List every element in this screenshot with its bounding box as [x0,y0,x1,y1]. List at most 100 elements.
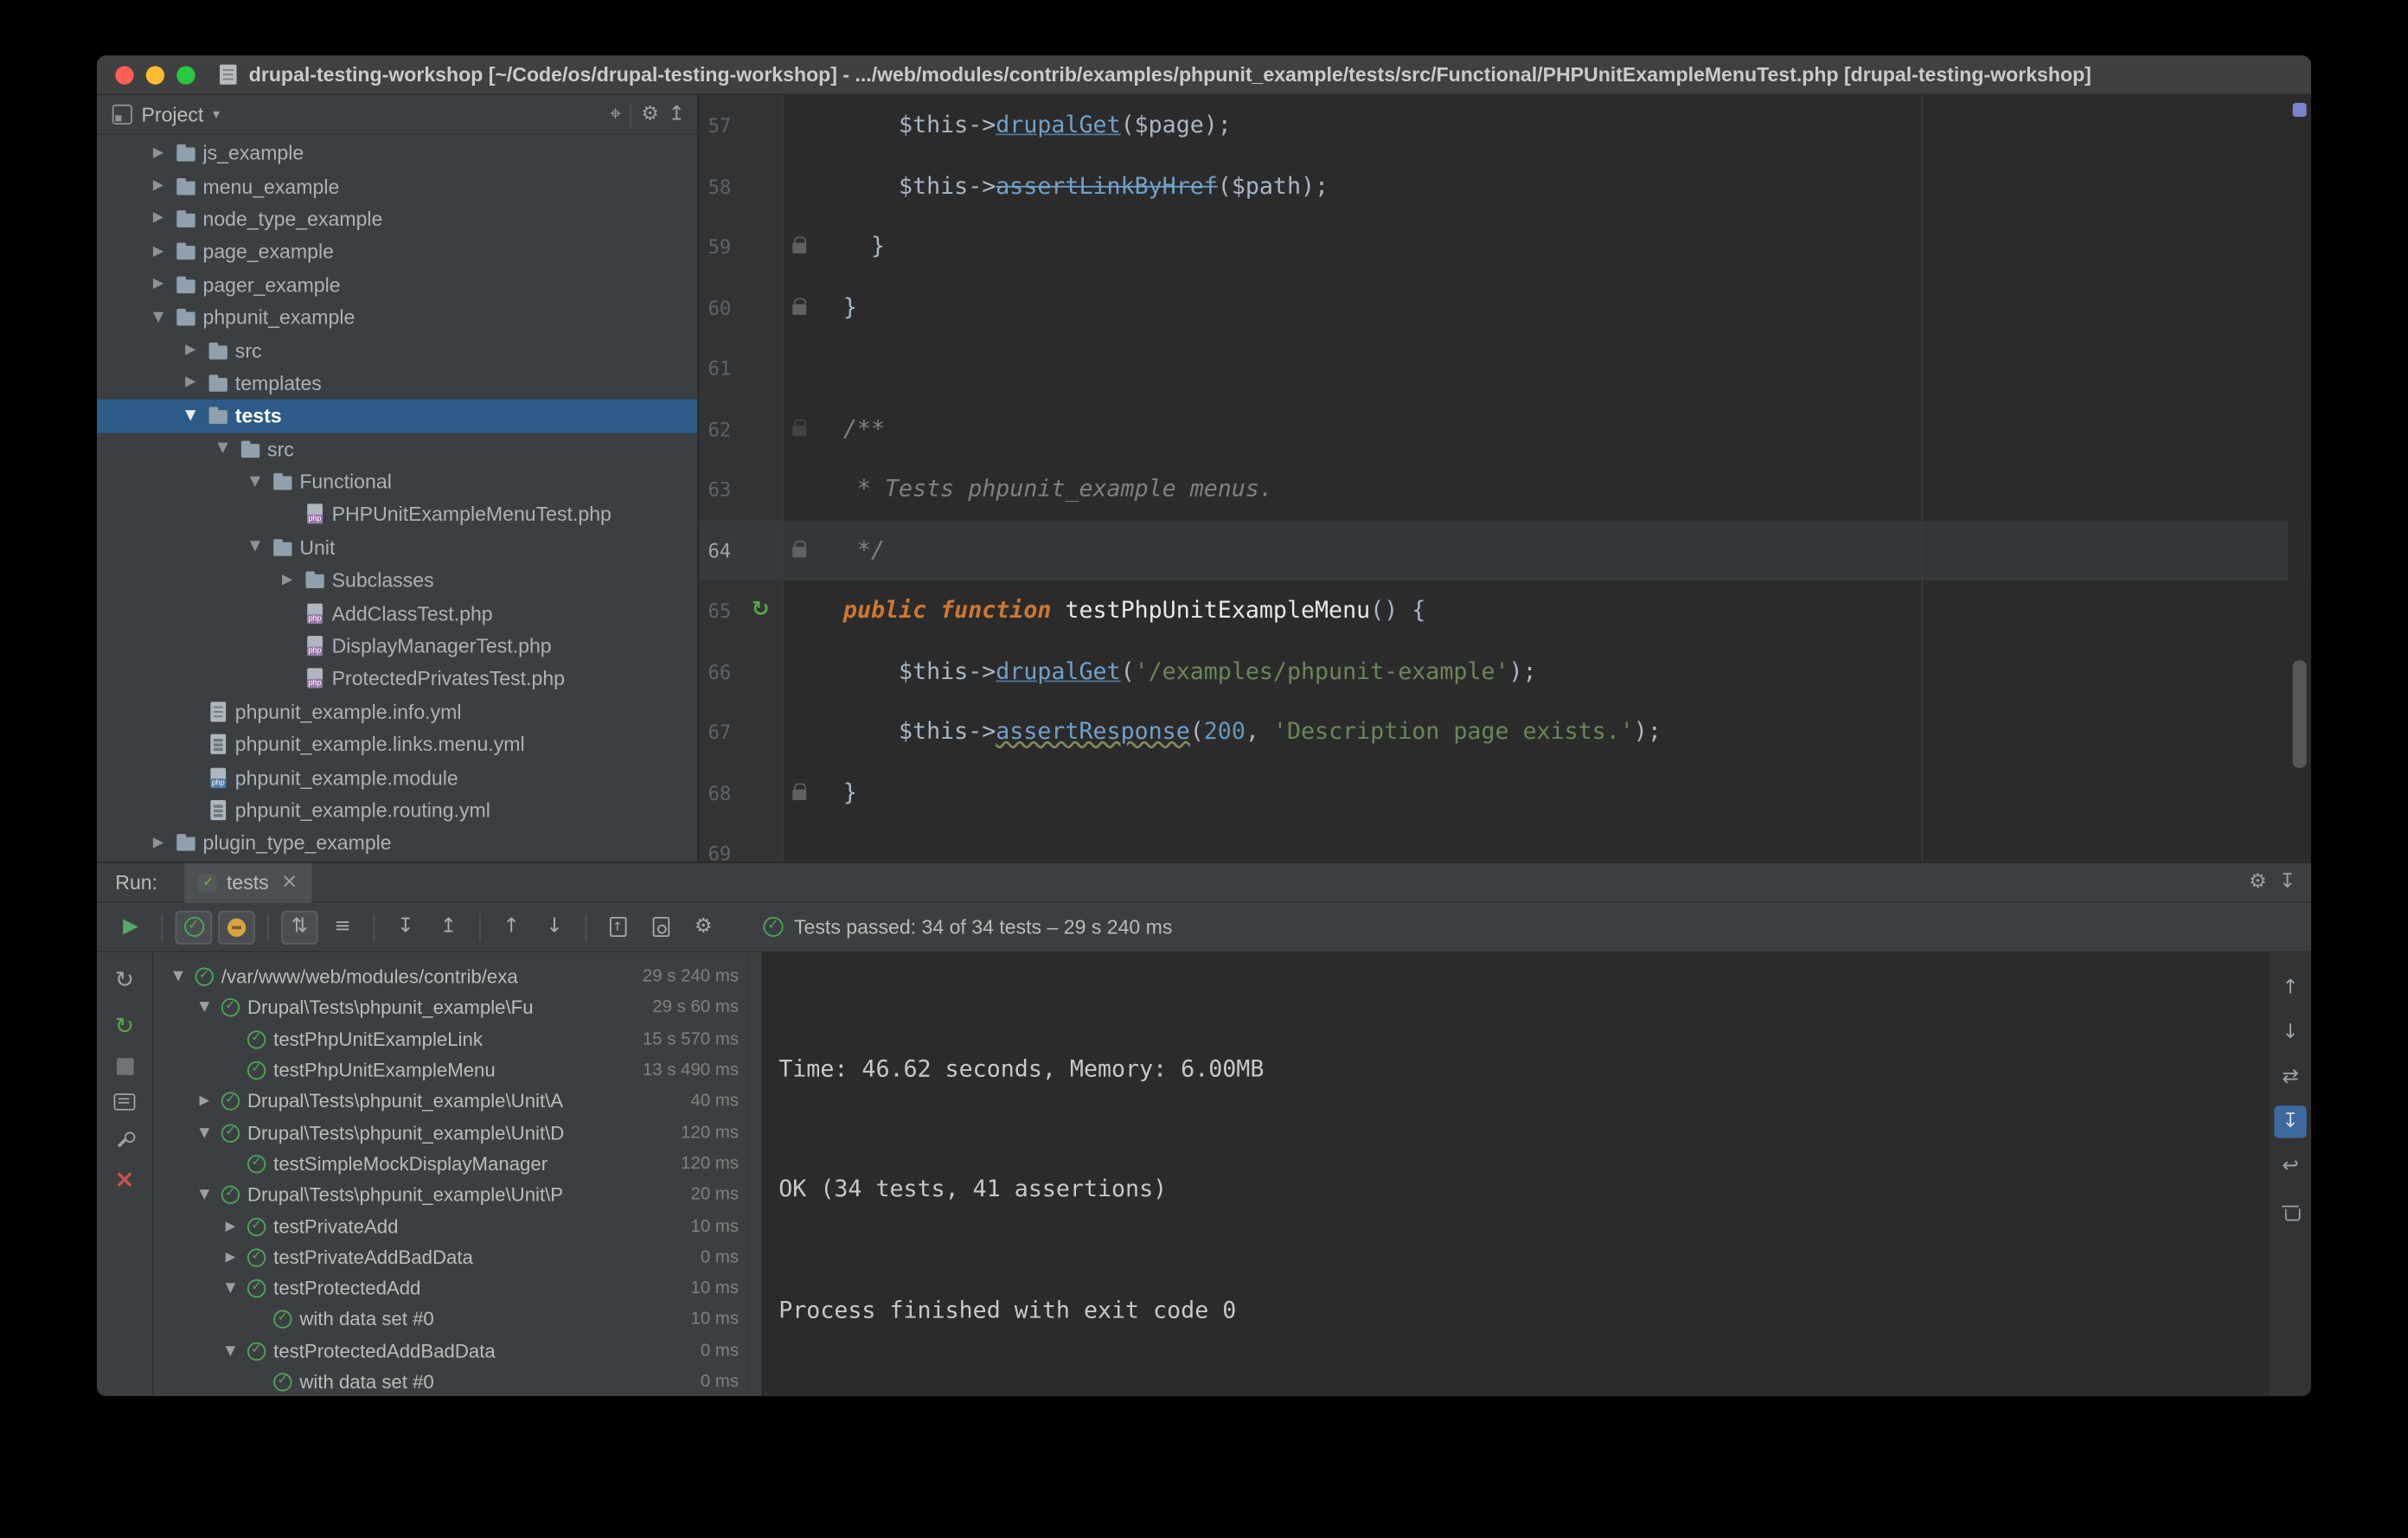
import-test-results-button[interactable] [642,910,679,944]
chevron-right-icon[interactable]: ▶ [148,178,170,194]
project-tree-item[interactable]: ▼ phpunit_example [97,301,697,334]
console-icon[interactable] [113,1093,136,1111]
code-line[interactable]: 66 $this->drupalGet('/examples/phpunit-e… [698,641,2311,702]
collapse-all-icon[interactable]: ↥ [669,103,685,126]
chevron-right-icon[interactable]: ▶ [148,211,170,227]
pin-icon[interactable] [114,1129,136,1150]
chevron-right-icon[interactable]: ▶ [221,1250,240,1266]
close-window-button[interactable] [115,65,134,84]
project-header-title[interactable]: Project [141,103,203,126]
test-tree-item[interactable]: ▶ Drupal\Tests\phpunit_example\Unit\A 40 m… [154,1086,748,1118]
export-test-results-button[interactable] [599,910,637,944]
project-tree-item[interactable]: PHPUnitExampleMenuTest.php [97,498,697,531]
stop-icon[interactable] [116,1058,133,1075]
up-arrow-icon[interactable]: ↑ [2274,972,2306,1004]
project-tree-item[interactable]: AddClassTest.php [97,597,697,630]
error-stripe[interactable] [2288,95,2311,862]
minimize-window-button[interactable] [145,65,165,84]
run-test-icon[interactable]: ↻ [752,580,770,641]
line-number-gutter[interactable]: 57 [698,95,784,157]
test-tree-item[interactable]: ▶ testPrivateAddBadData 0 ms [154,1242,748,1273]
project-tree-item[interactable]: ▼ src [97,433,697,465]
sort-alphabetically-toggle[interactable]: ⇅ [281,909,318,945]
project-tree-item[interactable]: ▶ plugin_type_example [97,827,697,860]
chevron-right-icon[interactable]: ▶ [277,573,298,588]
test-console[interactable]: Time: 46.62 seconds, Memory: 6.00MB OK (3… [761,952,2270,1396]
chevron-down-icon[interactable]: ▼ [244,540,266,555]
project-tree-item[interactable]: ▶ Subclasses [97,564,697,597]
chevron-down-icon[interactable]: ▼ [169,970,187,985]
test-tree-item[interactable]: ▼ Drupal\Tests\phpunit_example\Unit\D 120 … [154,1118,748,1149]
code-line[interactable]: 57 $this->drupalGet($page); [698,95,2311,157]
test-tree-item[interactable]: with data set #0 0 ms [154,1367,748,1396]
window-titlebar[interactable]: drupal-testing-workshop [~/Code/os/drupa… [97,55,2311,96]
project-tree-item[interactable]: ▶ page_example [97,235,697,268]
scroll-to-end-icon[interactable]: ↧ [2274,1105,2307,1138]
chevron-right-icon[interactable]: ▶ [180,343,202,358]
soft-wrap-icon[interactable]: ↩ [2274,1150,2306,1182]
chevron-right-icon[interactable]: ▶ [148,244,170,260]
chevron-right-icon[interactable]: ▶ [148,836,170,851]
code-line[interactable]: 69 [698,823,2311,862]
next-occurrence-button[interactable]: ↓ [536,910,573,944]
chevron-right-icon[interactable]: ▶ [221,1219,240,1234]
show-passed-toggle[interactable] [175,909,213,945]
project-tree-item[interactable]: ▼ tests [97,399,698,433]
test-tree-item[interactable]: ▼ Drupal\Tests\phpunit_example\Unit\P 20 m… [154,1180,748,1211]
chevron-down-icon[interactable]: ▼ [244,474,266,490]
rerun-failed-icon[interactable]: ↻ [115,1012,134,1040]
down-arrow-icon[interactable]: ↓ [2274,1016,2306,1048]
test-tree-scrollbar[interactable] [747,952,762,1396]
chevron-down-icon[interactable]: ▼ [221,1281,240,1297]
test-tree-item[interactable]: ▼ /var/www/web/modules/contrib/exa 29 s 24… [154,961,748,992]
gear-icon[interactable]: ⚙ [2249,871,2267,894]
line-number-gutter[interactable]: 69 [698,823,784,862]
history-icon[interactable]: ↻ [115,966,134,994]
clear-console-icon[interactable] [2274,1195,2306,1227]
chevron-right-icon[interactable]: ▶ [180,375,202,391]
tab-tests[interactable]: tests × [185,862,312,903]
code-line[interactable]: 61 [698,337,2311,399]
project-tree-item[interactable]: ▶ node_type_example [97,202,697,235]
project-tree-item[interactable]: ▶ templates [97,367,697,400]
zoom-window-button[interactable] [176,65,195,84]
line-number-gutter[interactable]: 61 [698,337,784,399]
line-number-gutter[interactable]: 59 [698,216,784,278]
line-number-gutter[interactable]: 68 [698,762,784,823]
project-tree-item[interactable]: ▼ Functional [97,465,697,498]
chevron-down-icon[interactable]: ▾ [213,106,220,122]
editor-scrollbar-thumb[interactable] [2292,660,2307,768]
previous-occurrence-button[interactable]: ↑ [493,910,530,944]
sort-by-duration-button[interactable]: ≡ [324,910,362,944]
test-tree-item[interactable]: ▶ testPrivateAdd 10 ms [154,1211,748,1242]
line-number-gutter[interactable]: 62 [698,398,784,459]
chevron-down-icon[interactable]: ▼ [212,441,234,457]
chevron-down-icon[interactable]: ▼ [148,310,170,325]
line-number-gutter[interactable]: 66 [698,641,784,702]
code-line[interactable]: 60 } [698,277,2311,338]
line-number-gutter[interactable]: 60 [698,277,784,338]
line-number-gutter[interactable]: 65 ↻ [698,580,784,642]
editor[interactable]: 57 $this->drupalGet($page); 58 $this->ass… [698,95,2311,862]
chevron-right-icon[interactable]: ▶ [195,1094,214,1110]
project-tree-item[interactable]: ▶ js_example [97,137,697,170]
test-tree-item[interactable]: ▼ testProtectedAdd 10 ms [154,1273,748,1304]
line-number-gutter[interactable]: 67 [698,702,784,763]
project-tree-item[interactable]: phpunit_example.routing.yml [97,794,697,827]
chevron-down-icon[interactable]: ▼ [195,1001,214,1016]
code-line[interactable]: 62 /** [698,398,2311,459]
project-tree-item[interactable]: phpunit_example.info.yml [97,695,697,728]
locate-file-icon[interactable]: ⌖ [610,103,621,126]
hide-toolwindow-icon[interactable]: ↧ [2279,871,2296,894]
jump-to-source-icon[interactable]: ⇄ [2274,1061,2306,1093]
chevron-right-icon[interactable]: ▶ [148,145,170,161]
project-tree-item[interactable]: DisplayManagerTest.php [97,630,697,663]
close-icon[interactable]: × [114,1166,135,1190]
test-tree-item[interactable]: with data set #0 10 ms [154,1304,748,1336]
test-tree-item[interactable]: testSimpleMockDisplayManager 120 ms [154,1149,748,1180]
line-number-gutter[interactable]: 58 [698,156,784,217]
line-number-gutter[interactable]: 63 [698,458,784,521]
test-tree-item[interactable]: ▼ Drupal\Tests\phpunit_example\Fu 29 s 60 … [154,992,748,1023]
project-tree-item[interactable]: phpunit_example.links.menu.yml [97,728,697,761]
code-line[interactable]: 58 $this->assertLinkByHref($path); [698,156,2311,217]
